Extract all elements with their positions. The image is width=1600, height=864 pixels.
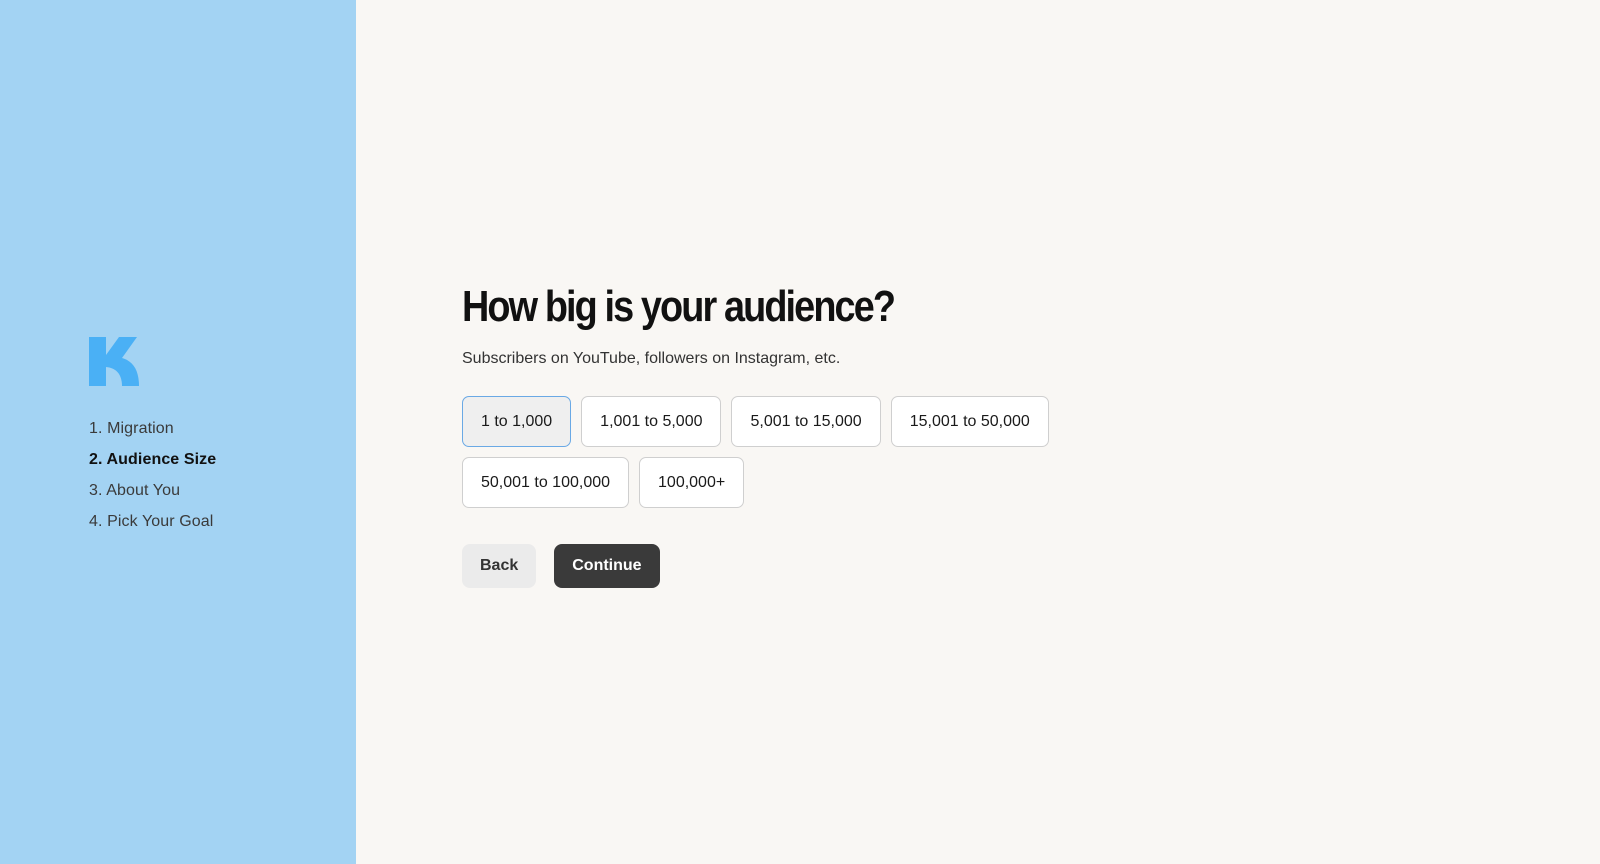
option-100000-plus[interactable]: 100,000+ xyxy=(639,457,745,508)
main-panel: How big is your audience? Subscribers on… xyxy=(356,0,1600,864)
audience-size-options: 1 to 1,000 1,001 to 5,000 5,001 to 15,00… xyxy=(462,396,1082,508)
option-15001-to-50000[interactable]: 15,001 to 50,000 xyxy=(890,396,1049,447)
step-about-you: 3. About You xyxy=(89,482,181,499)
option-1001-to-5000[interactable]: 1,001 to 5,000 xyxy=(581,396,722,447)
option-5001-to-15000[interactable]: 5,001 to 15,000 xyxy=(731,396,881,447)
question-form: How big is your audience? Subscribers on… xyxy=(462,280,1082,588)
back-button[interactable]: Back xyxy=(462,544,537,588)
step-audience-size: 2. Audience Size xyxy=(89,451,217,468)
option-50001-to-100000[interactable]: 50,001 to 100,000 xyxy=(462,457,630,508)
step-pick-your-goal: 4. Pick Your Goal xyxy=(89,513,214,530)
sidebar: 1. Migration 2. Audience Size 3. About Y… xyxy=(0,0,356,864)
option-1-to-1000[interactable]: 1 to 1,000 xyxy=(462,396,572,447)
page-title: How big is your audience? xyxy=(462,282,896,331)
step-migration: 1. Migration xyxy=(89,420,174,437)
form-actions: Back Continue xyxy=(462,544,1082,588)
brand-k-logo-icon xyxy=(89,337,139,386)
step-list: 1. Migration 2. Audience Size 3. About Y… xyxy=(89,413,216,537)
continue-button[interactable]: Continue xyxy=(554,544,660,588)
page-subtitle: Subscribers on YouTube, followers on Ins… xyxy=(462,350,841,367)
